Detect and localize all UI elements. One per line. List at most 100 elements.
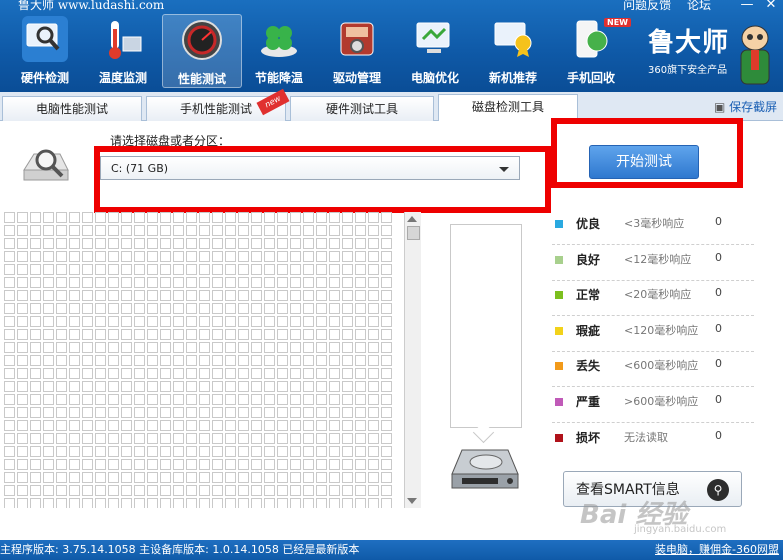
sector-map: [4, 212, 404, 508]
sector-cell: [56, 303, 67, 314]
save-screenshot-link[interactable]: ▣ 保存截屏: [714, 98, 777, 115]
sector-cell: [251, 498, 262, 508]
sector-cell: [290, 472, 301, 483]
sector-cell: [121, 381, 132, 392]
sector-cell: [290, 355, 301, 366]
sector-cell: [277, 355, 288, 366]
sector-cell: [303, 459, 314, 470]
sector-cell: [251, 251, 262, 262]
ad-link[interactable]: 装电脑，赚佣金-360网盟: [655, 540, 779, 559]
sector-cell: [381, 303, 392, 314]
sector-cell: [303, 355, 314, 366]
sector-cell: [108, 277, 119, 288]
sector-cell: [186, 472, 197, 483]
sector-cell: [316, 407, 327, 418]
sector-cell: [303, 498, 314, 508]
forum-link[interactable]: 论坛: [687, 0, 711, 12]
sector-cell: [147, 355, 158, 366]
sector-cell: [69, 355, 80, 366]
nav-pc-optimize[interactable]: 电脑优化: [396, 14, 474, 86]
sector-cell: [173, 407, 184, 418]
brand-subtitle: 360旗下安全产品: [648, 65, 728, 76]
nav-performance-test[interactable]: 性能测试: [162, 14, 242, 88]
tab-pc-performance[interactable]: 电脑性能测试: [2, 96, 142, 121]
sector-cell: [30, 498, 41, 508]
sector-map-scrollbar[interactable]: [404, 212, 421, 508]
sector-cell: [329, 225, 340, 236]
scroll-down-arrow-icon[interactable]: [407, 498, 417, 504]
nav-driver-manage[interactable]: 驱动管理: [318, 14, 396, 86]
sector-cell: [43, 316, 54, 327]
sector-cell: [290, 485, 301, 496]
nav-new-pc-recommend[interactable]: 新机推荐: [474, 14, 552, 86]
sector-cell: [355, 342, 366, 353]
sector-cell: [108, 342, 119, 353]
sector-cell: [381, 459, 392, 470]
sector-cell: [56, 212, 67, 223]
sector-cell: [30, 485, 41, 496]
sector-cell: [121, 355, 132, 366]
sector-cell: [290, 368, 301, 379]
sector-cell: [199, 394, 210, 405]
tab-hardware-tools[interactable]: 硬件测试工具: [290, 96, 434, 121]
sector-cell: [199, 420, 210, 431]
sector-cell: [121, 238, 132, 249]
sector-cell: [186, 264, 197, 275]
scroll-thumb[interactable]: [407, 226, 420, 240]
sector-cell: [342, 498, 353, 508]
sector-cell: [251, 316, 262, 327]
sector-cell: [264, 433, 275, 444]
sector-cell: [290, 251, 301, 262]
sector-cell: [43, 498, 54, 508]
sector-cell: [355, 251, 366, 262]
sector-cell: [277, 342, 288, 353]
close-button[interactable]: ✕: [762, 0, 780, 12]
brand-logo: 鲁大师 360旗下安全产品: [648, 22, 729, 76]
sector-cell: [342, 264, 353, 275]
sector-cell: [368, 407, 379, 418]
legend-swatch: [555, 256, 563, 264]
sector-cell: [329, 381, 340, 392]
sector-cell: [212, 407, 223, 418]
sector-cell: [69, 433, 80, 444]
sector-cell: [290, 277, 301, 288]
sector-cell: [225, 225, 236, 236]
sector-cell: [82, 251, 93, 262]
nav-hardware-detect[interactable]: 硬件检测: [6, 14, 84, 86]
sector-cell: [303, 420, 314, 431]
sector-cell: [212, 329, 223, 340]
sector-cell: [4, 355, 15, 366]
nav-energy-saving[interactable]: 节能降温: [240, 14, 318, 86]
sector-cell: [290, 420, 301, 431]
sector-cell: [56, 420, 67, 431]
sector-cell: [147, 446, 158, 457]
sector-cell: [56, 446, 67, 457]
nav-temperature[interactable]: 温度监测: [84, 14, 162, 86]
sector-cell: [4, 238, 15, 249]
sector-cell: [43, 433, 54, 444]
sector-cell: [290, 433, 301, 444]
sector-cell: [173, 394, 184, 405]
sector-cell: [264, 407, 275, 418]
sector-cell: [121, 459, 132, 470]
sector-cell: [277, 433, 288, 444]
sector-cell: [238, 459, 249, 470]
minimize-button[interactable]: —: [738, 0, 756, 12]
sector-cell: [381, 381, 392, 392]
sector-cell: [212, 290, 223, 301]
sector-cell: [95, 251, 106, 262]
status-bar: 主程序版本: 3.75.14.1058 主设备库版本: 1.0.14.1058 …: [0, 540, 783, 560]
feedback-link[interactable]: 问题反馈: [623, 0, 671, 12]
sector-cell: [56, 225, 67, 236]
sector-cell: [186, 316, 197, 327]
sector-cell: [82, 472, 93, 483]
sector-cell: [43, 251, 54, 262]
sector-cell: [316, 420, 327, 431]
sector-cell: [147, 238, 158, 249]
sector-cell: [134, 459, 145, 470]
app-title: 鲁大师 www.ludashi.com: [18, 0, 165, 12]
sector-cell: [147, 290, 158, 301]
sector-cell: [355, 472, 366, 483]
scroll-up-arrow-icon[interactable]: [407, 216, 417, 222]
sector-cell: [17, 251, 28, 262]
